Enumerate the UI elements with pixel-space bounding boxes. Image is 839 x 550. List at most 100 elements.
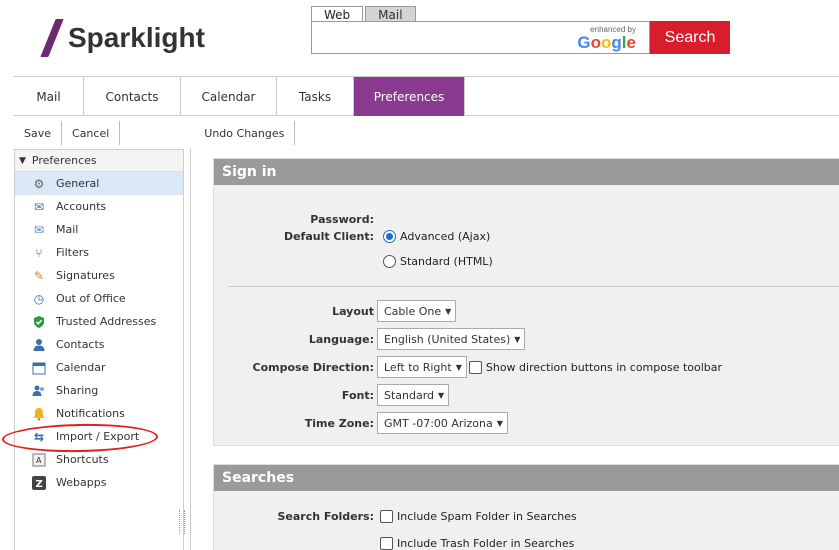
sidebar-item-label: General bbox=[56, 177, 100, 190]
sidebar-item-label: Notifications bbox=[56, 407, 125, 420]
calendar-icon bbox=[31, 360, 47, 376]
sidebar-item-contacts[interactable]: Contacts bbox=[15, 333, 183, 356]
undo-changes-button[interactable]: Undo Changes bbox=[194, 121, 296, 145]
search-input[interactable]: enhanced by Google bbox=[311, 21, 650, 54]
font-label: Font: bbox=[341, 389, 374, 402]
chevron-down-icon: ▼ bbox=[514, 334, 521, 344]
searches-header: Searches bbox=[214, 465, 839, 491]
layout-select[interactable]: Cable One ▼ bbox=[377, 300, 457, 322]
compose-direction-select[interactable]: Left to Right ▼ bbox=[377, 356, 467, 378]
save-button[interactable]: Save bbox=[14, 121, 63, 145]
sidebar-item-trusted-addresses[interactable]: Trusted Addresses bbox=[15, 310, 183, 333]
sidebar-item-calendar[interactable]: Calendar bbox=[15, 356, 183, 379]
sidebar-item-signatures[interactable]: ✎ Signatures bbox=[15, 264, 183, 287]
logo-slash-mark bbox=[40, 19, 64, 57]
sharing-icon bbox=[31, 383, 47, 399]
include-spam-option[interactable]: Include Spam Folder in Searches bbox=[380, 510, 577, 523]
out-of-office-icon: ◷ bbox=[33, 291, 45, 306]
language-label: Language: bbox=[308, 333, 374, 346]
search-tab-mail[interactable]: Mail bbox=[365, 6, 416, 22]
preferences-sidebar: ▼ Preferences ⚙ General ✉ Accounts ✉ Mai… bbox=[14, 149, 185, 550]
sidebar-item-notifications[interactable]: Notifications bbox=[15, 402, 183, 425]
include-spam-label: Include Spam Folder in Searches bbox=[397, 510, 577, 523]
filter-icon: ⑂ bbox=[35, 245, 43, 260]
language-select[interactable]: English (United States) ▼ bbox=[377, 328, 526, 350]
time-zone-label: Time Zone: bbox=[304, 417, 374, 430]
include-trash-label: Include Trash Folder in Searches bbox=[397, 537, 575, 550]
show-direction-checkbox[interactable] bbox=[468, 360, 482, 374]
sidebar-item-label: Sharing bbox=[56, 384, 99, 397]
tab-contacts[interactable]: Contacts bbox=[84, 77, 181, 116]
sidebar-title: Preferences bbox=[31, 154, 97, 167]
time-zone-value: GMT -07:00 Arizona bbox=[384, 416, 493, 430]
layout-label: Layout bbox=[332, 305, 374, 318]
tab-preferences[interactable]: Preferences bbox=[354, 77, 465, 116]
time-zone-select[interactable]: GMT -07:00 Arizona ▼ bbox=[377, 412, 508, 434]
signin-header: Sign in bbox=[214, 159, 839, 185]
shield-icon bbox=[31, 314, 47, 330]
search-tab-web[interactable]: Web bbox=[311, 6, 364, 22]
chevron-down-icon: ▼ bbox=[496, 418, 503, 428]
font-select-wrap: Standard ▼ bbox=[377, 384, 450, 406]
sidebar-item-label: Accounts bbox=[56, 200, 107, 213]
client-standard-label: Standard (HTML) bbox=[400, 255, 493, 268]
main-tabs: Mail Contacts Calendar Tasks Preferences bbox=[14, 76, 839, 116]
sparklight-logo[interactable]: Sparklight bbox=[40, 18, 205, 58]
sidebar-item-sharing[interactable]: Sharing bbox=[15, 379, 183, 402]
collapse-triangle-icon[interactable]: ▼ bbox=[19, 156, 26, 166]
sidebar-item-general[interactable]: ⚙ General bbox=[15, 172, 183, 195]
font-value: Standard bbox=[384, 388, 435, 402]
tab-calendar[interactable]: Calendar bbox=[181, 77, 277, 116]
sidebar-item-shortcuts[interactable]: A Shortcuts bbox=[15, 448, 183, 471]
client-standard-option[interactable]: Standard (HTML) bbox=[383, 255, 493, 268]
svg-text:Z: Z bbox=[36, 479, 43, 490]
layout-value: Cable One bbox=[384, 304, 442, 318]
sidebar-item-out-of-office[interactable]: ◷ Out of Office bbox=[15, 287, 183, 310]
client-advanced-label: Advanced (Ajax) bbox=[400, 230, 491, 243]
signin-panel: Sign in Password: Default Client: Advanc… bbox=[213, 158, 839, 446]
include-trash-option[interactable]: Include Trash Folder in Searches bbox=[380, 537, 574, 550]
webapps-icon: Z bbox=[31, 475, 47, 491]
google-logo: Google bbox=[577, 33, 636, 52]
sidebar-resize-grip[interactable] bbox=[179, 510, 185, 534]
client-standard-radio[interactable] bbox=[383, 255, 396, 268]
svg-text:A: A bbox=[36, 456, 42, 465]
chevron-down-icon: ▼ bbox=[445, 306, 452, 316]
sidebar-item-webapps[interactable]: Z Webapps bbox=[15, 471, 183, 494]
sidebar-item-label: Shortcuts bbox=[56, 453, 109, 466]
mail-icon: ✉ bbox=[33, 222, 45, 237]
include-spam-checkbox[interactable] bbox=[380, 510, 393, 523]
include-trash-checkbox[interactable] bbox=[380, 537, 393, 550]
sidebar-header[interactable]: ▼ Preferences bbox=[15, 150, 183, 172]
contacts-icon bbox=[31, 337, 47, 353]
signin-divider bbox=[228, 286, 839, 287]
search-tabs: Web Mail bbox=[311, 6, 418, 22]
chevron-down-icon: ▼ bbox=[455, 362, 462, 372]
time-zone-select-wrap: GMT -07:00 Arizona ▼ bbox=[377, 412, 508, 434]
shortcuts-icon: A bbox=[31, 452, 47, 468]
compose-direction-label: Compose Direction: bbox=[252, 361, 374, 374]
sidebar-item-label: Signatures bbox=[56, 269, 115, 282]
language-value: English (United States) bbox=[384, 332, 511, 346]
client-advanced-radio[interactable] bbox=[383, 230, 396, 243]
sidebar-item-label: Out of Office bbox=[56, 292, 126, 305]
sidebar-item-filters[interactable]: ⑂ Filters bbox=[15, 241, 183, 264]
preferences-content: Sign in Password: Default Client: Advanc… bbox=[190, 149, 839, 550]
compose-direction-wrap: Left to Right ▼ Show direction buttons in… bbox=[377, 356, 722, 378]
font-select[interactable]: Standard ▼ bbox=[377, 384, 450, 406]
tab-tasks[interactable]: Tasks bbox=[277, 77, 354, 116]
default-client-label: Default Client: bbox=[283, 230, 374, 243]
tab-mail[interactable]: Mail bbox=[14, 77, 84, 116]
sidebar-item-label: Trusted Addresses bbox=[56, 315, 157, 328]
cancel-button[interactable]: Cancel bbox=[62, 121, 121, 145]
compose-direction-value: Left to Right bbox=[384, 360, 452, 374]
layout-select-wrap: Cable One ▼ bbox=[377, 300, 457, 322]
language-select-wrap: English (United States) ▼ bbox=[377, 328, 526, 350]
sidebar-item-mail[interactable]: ✉ Mail bbox=[15, 218, 183, 241]
client-advanced-option[interactable]: Advanced (Ajax) bbox=[383, 230, 490, 243]
bell-icon bbox=[31, 406, 47, 422]
chevron-down-icon: ▼ bbox=[438, 390, 445, 400]
sidebar-item-accounts[interactable]: ✉ Accounts bbox=[15, 195, 183, 218]
search-button[interactable]: Search bbox=[650, 21, 730, 54]
gear-icon: ⚙ bbox=[33, 176, 45, 191]
